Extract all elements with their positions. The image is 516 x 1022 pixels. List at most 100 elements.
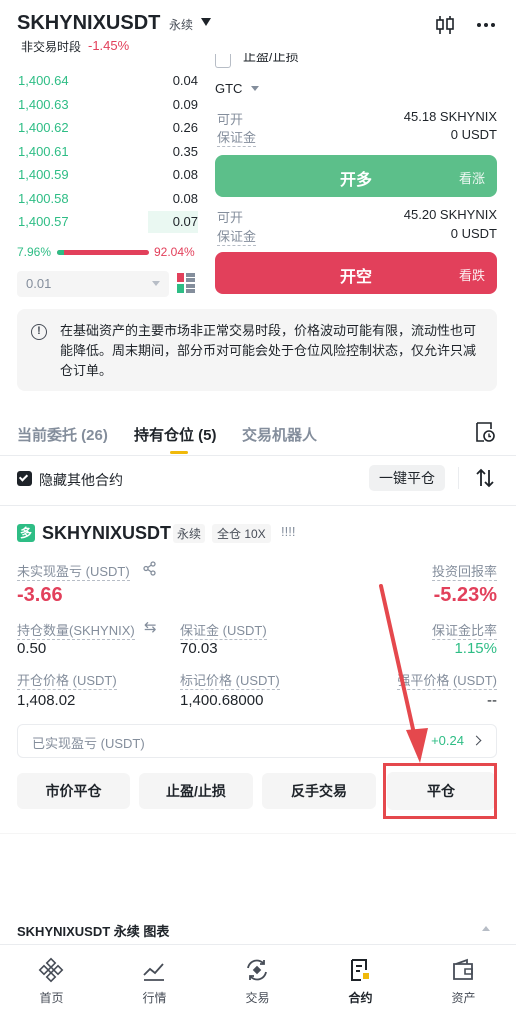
long-badge: 多 xyxy=(17,524,35,542)
precision-value: 0.01 xyxy=(26,276,52,291)
orderbook-price: 1,400.57 xyxy=(18,214,69,229)
chevron-right-icon xyxy=(471,735,482,746)
size-label: 持仓数量(SKHYNIX) xyxy=(17,620,135,640)
orderbook-quantity: 0.26 xyxy=(172,120,198,135)
reverse-trade-button[interactable]: 反手交易 xyxy=(262,773,376,809)
market-close-button[interactable]: 市价平仓 xyxy=(17,773,130,809)
tpsl-checkbox[interactable] xyxy=(215,54,231,68)
nav-futures-label: 合约 xyxy=(348,991,373,1005)
orderbook-layout-icon[interactable] xyxy=(177,273,195,293)
margin-label: 保证金 (USDT) xyxy=(180,620,267,640)
liq-price-value: -- xyxy=(487,692,497,709)
short-margin-label: 保证金 xyxy=(217,226,257,246)
upnl-label: 未实现盈亏 (USDT) xyxy=(17,561,130,581)
tif-value: GTC xyxy=(215,81,243,96)
hide-other-label: 隐藏其他合约 xyxy=(39,472,123,488)
hide-other-checkbox[interactable] xyxy=(17,471,32,486)
nav-home-label: 首页 xyxy=(39,991,64,1005)
swap-icon[interactable]: ⇆ xyxy=(144,618,157,636)
more-menu-icon[interactable] xyxy=(475,14,497,36)
nav-trade[interactable]: 交易 xyxy=(206,953,309,1022)
info-icon: ! xyxy=(31,324,47,340)
margin-mode-tag[interactable]: 全仓 10X xyxy=(212,524,271,543)
margin-value: 70.03 xyxy=(180,640,218,657)
tif-select[interactable]: GTC xyxy=(215,81,260,96)
orderbook-price: 1,400.59 xyxy=(18,167,69,182)
mark-price-label: 标记价格 (USDT) xyxy=(180,670,280,690)
orderbook-price: 1,400.63 xyxy=(18,96,69,112)
orderbook-row[interactable]: 1,400.61 0.35 xyxy=(18,141,198,163)
nav-markets[interactable]: 行情 xyxy=(103,953,206,1022)
buy-ratio: 7.96% xyxy=(17,245,52,259)
sell-ratio: 92.04% xyxy=(154,245,195,259)
history-icon[interactable] xyxy=(474,421,496,443)
nav-futures[interactable]: 合约 xyxy=(309,953,412,1022)
open-long-sublabel: 看涨 xyxy=(458,171,485,186)
tab-bots[interactable]: 交易机器人 xyxy=(242,424,317,445)
check-icon xyxy=(18,472,29,482)
adl-signal: !!!! xyxy=(281,524,296,539)
annotation-arrow xyxy=(379,584,428,763)
position-symbol[interactable]: SKHYNIXUSDT xyxy=(42,523,171,544)
upnl-value: -3.66 xyxy=(17,584,63,606)
filter-divider-bottom xyxy=(0,505,516,506)
orderbook-quantity: 0.09 xyxy=(172,96,198,112)
precision-select[interactable]: 0.01 xyxy=(17,271,169,297)
annotation-highlight-box xyxy=(383,763,497,819)
roe-label: 投资回报率 xyxy=(431,561,497,581)
tab-open-orders[interactable]: 当前委托 (26) xyxy=(17,424,108,445)
short-margin-value: 0 USDT xyxy=(450,226,497,241)
nav-home[interactable]: 首页 xyxy=(0,953,103,1022)
chevron-up-icon[interactable] xyxy=(482,926,490,931)
orderbook-quantity: 0.08 xyxy=(172,190,198,206)
nav-assets[interactable]: 资产 xyxy=(412,953,515,1022)
long-available-label: 可开 xyxy=(217,112,244,127)
nav-trade-label: 交易 xyxy=(245,991,270,1005)
markets-icon xyxy=(143,963,164,981)
orderbook-price: 1,400.62 xyxy=(18,120,69,135)
margin-ratio-value: 1.15% xyxy=(454,640,497,657)
open-short-button[interactable]: 开空 看跌 xyxy=(215,252,497,294)
filter-divider xyxy=(458,467,459,489)
tpsl-label: 止盈/止损 xyxy=(243,53,299,64)
short-available-value: 45.20 SKHYNIX xyxy=(403,207,497,222)
orderbook-row[interactable]: 1,400.63 0.09 xyxy=(18,94,198,116)
chart-section-title[interactable]: SKHYNIXUSDT 永续 图表 xyxy=(17,921,169,940)
orderbook-row[interactable]: 1,400.57 0.07 xyxy=(18,211,198,233)
sort-icon[interactable] xyxy=(474,468,496,488)
orderbook-row[interactable]: 1,400.64 0.04 xyxy=(18,70,198,92)
share-icon[interactable] xyxy=(142,561,157,576)
close-all-button[interactable]: 一键平仓 xyxy=(369,465,445,491)
candlestick-icon[interactable] xyxy=(434,14,456,36)
symbol-dropdown-icon[interactable] xyxy=(201,18,211,26)
tab-positions-underline xyxy=(170,451,188,454)
orderbook-row[interactable]: 1,400.62 0.26 xyxy=(18,117,198,139)
position-type-tag: 永续 xyxy=(173,524,206,543)
tpsl-button[interactable]: 止盈/止损 xyxy=(139,773,253,809)
open-short-label: 开空 xyxy=(339,269,372,286)
orderbook-row[interactable]: 1,400.59 0.08 xyxy=(18,164,198,186)
trade-icon xyxy=(247,959,267,981)
realized-pnl-value: +0.24 xyxy=(431,733,464,748)
tab-positions[interactable]: 持有仓位 (5) xyxy=(134,424,217,445)
orderbook-row[interactable]: 1,400.58 0.08 xyxy=(18,188,198,210)
ratio-bar xyxy=(57,250,149,255)
orderbook-quantity: 0.04 xyxy=(172,73,198,88)
home-icon xyxy=(38,957,64,983)
open-long-button[interactable]: 开多 看涨 xyxy=(215,155,497,197)
open-long-label: 开多 xyxy=(339,172,372,189)
nav-markets-label: 行情 xyxy=(142,991,167,1005)
roe-value: -5.23% xyxy=(433,584,497,606)
mark-price-value: 1,400.68000 xyxy=(180,692,264,709)
chevron-down-icon xyxy=(251,86,260,91)
long-margin-value: 0 USDT xyxy=(450,127,497,142)
app-root: SKHYNIXUSDT 永续 非交易时段 -1.45% 1,400.64 0.04… xyxy=(0,0,516,1022)
short-available-label: 可开 xyxy=(217,210,244,225)
futures-icon xyxy=(351,959,369,981)
orderbook-price: 1,400.61 xyxy=(18,143,69,159)
wallet-icon xyxy=(453,958,473,980)
session-status: 非交易时段 xyxy=(21,40,82,54)
symbol-title[interactable]: SKHYNIXUSDT xyxy=(17,12,160,35)
open-short-sublabel: 看跌 xyxy=(458,268,485,283)
contract-type-label: 永续 xyxy=(169,18,194,32)
